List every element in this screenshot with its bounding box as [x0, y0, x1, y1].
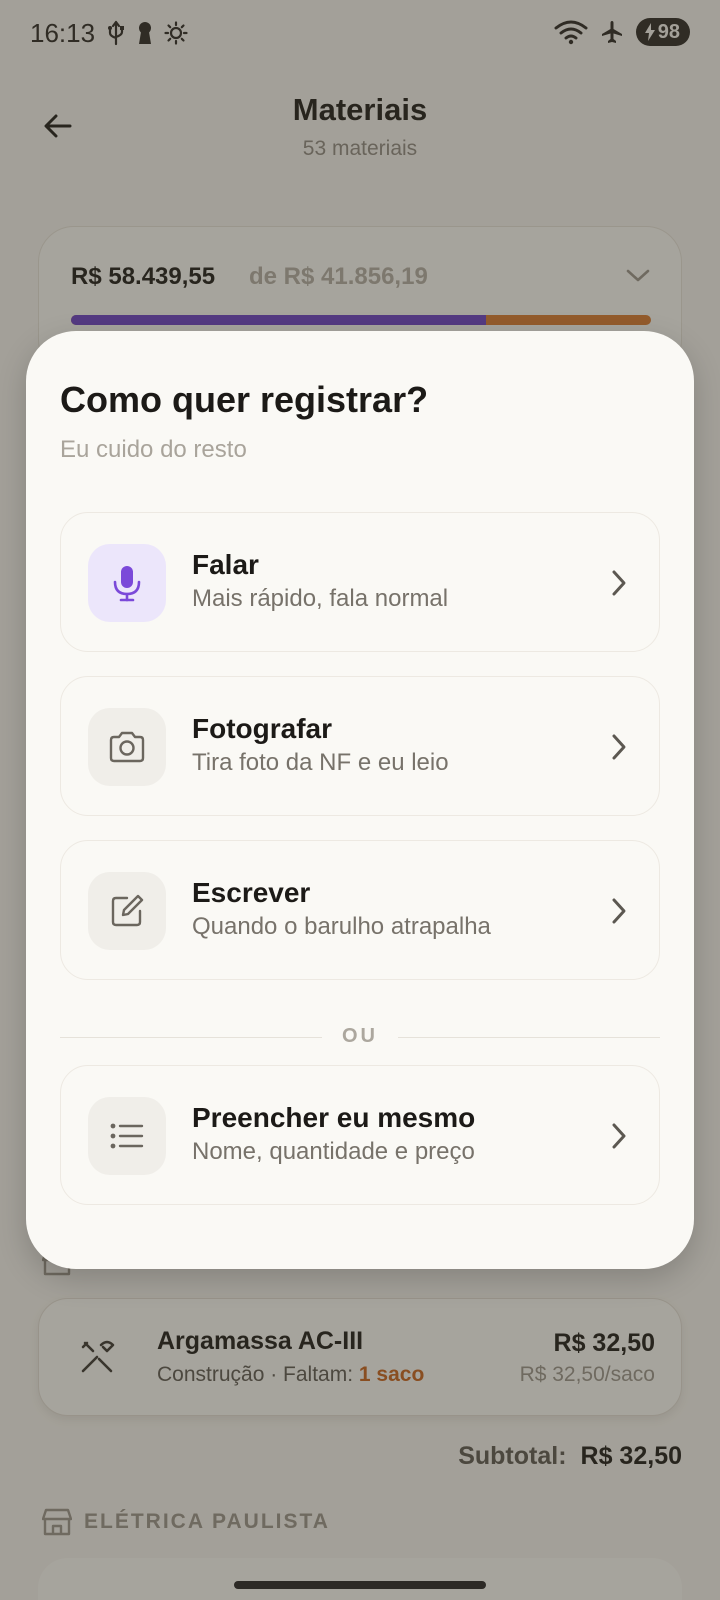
chevron-right-icon	[612, 1123, 626, 1149]
edit-icon	[111, 894, 144, 927]
sheet-title: Como quer registrar?	[60, 379, 429, 420]
option-desc: Quando o barulho atrapalha	[192, 913, 491, 940]
list-icon	[110, 1123, 144, 1149]
or-divider: OU	[60, 1023, 660, 1053]
option-icon-box	[88, 708, 166, 786]
option-desc: Tira foto da NF e eu leio	[192, 749, 449, 776]
option-icon-box	[88, 872, 166, 950]
register-method-sheet: Como quer registrar? Eu cuido do resto F…	[26, 331, 694, 1269]
option-title: Fotografar	[192, 713, 332, 744]
option-photo[interactable]: Fotografar Tira foto da NF e eu leio	[60, 676, 660, 816]
camera-icon	[109, 731, 145, 763]
option-speak[interactable]: Falar Mais rápido, fala normal	[60, 512, 660, 652]
option-title: Falar	[192, 549, 259, 580]
home-indicator[interactable]	[234, 1581, 486, 1589]
option-write[interactable]: Escrever Quando o barulho atrapalha	[60, 840, 660, 980]
option-title: Escrever	[192, 877, 311, 908]
app-screen: 16:13 98 Materiais 53 materiais R$ 58.43…	[0, 0, 720, 1600]
option-icon-box	[88, 544, 166, 622]
sheet-subtitle: Eu cuido do resto	[60, 436, 247, 463]
chevron-right-icon	[612, 734, 626, 760]
option-desc: Mais rápido, fala normal	[192, 585, 449, 612]
option-icon-box	[88, 1097, 166, 1175]
chevron-right-icon	[612, 570, 626, 596]
microphone-icon	[113, 566, 141, 602]
option-manual[interactable]: Preencher eu mesmo Nome, quantidade e pr…	[60, 1065, 660, 1205]
option-title: Preencher eu mesmo	[192, 1102, 476, 1133]
divider-line-right	[398, 1037, 660, 1038]
option-desc: Nome, quantidade e preço	[192, 1138, 475, 1165]
chevron-right-icon	[612, 898, 626, 924]
